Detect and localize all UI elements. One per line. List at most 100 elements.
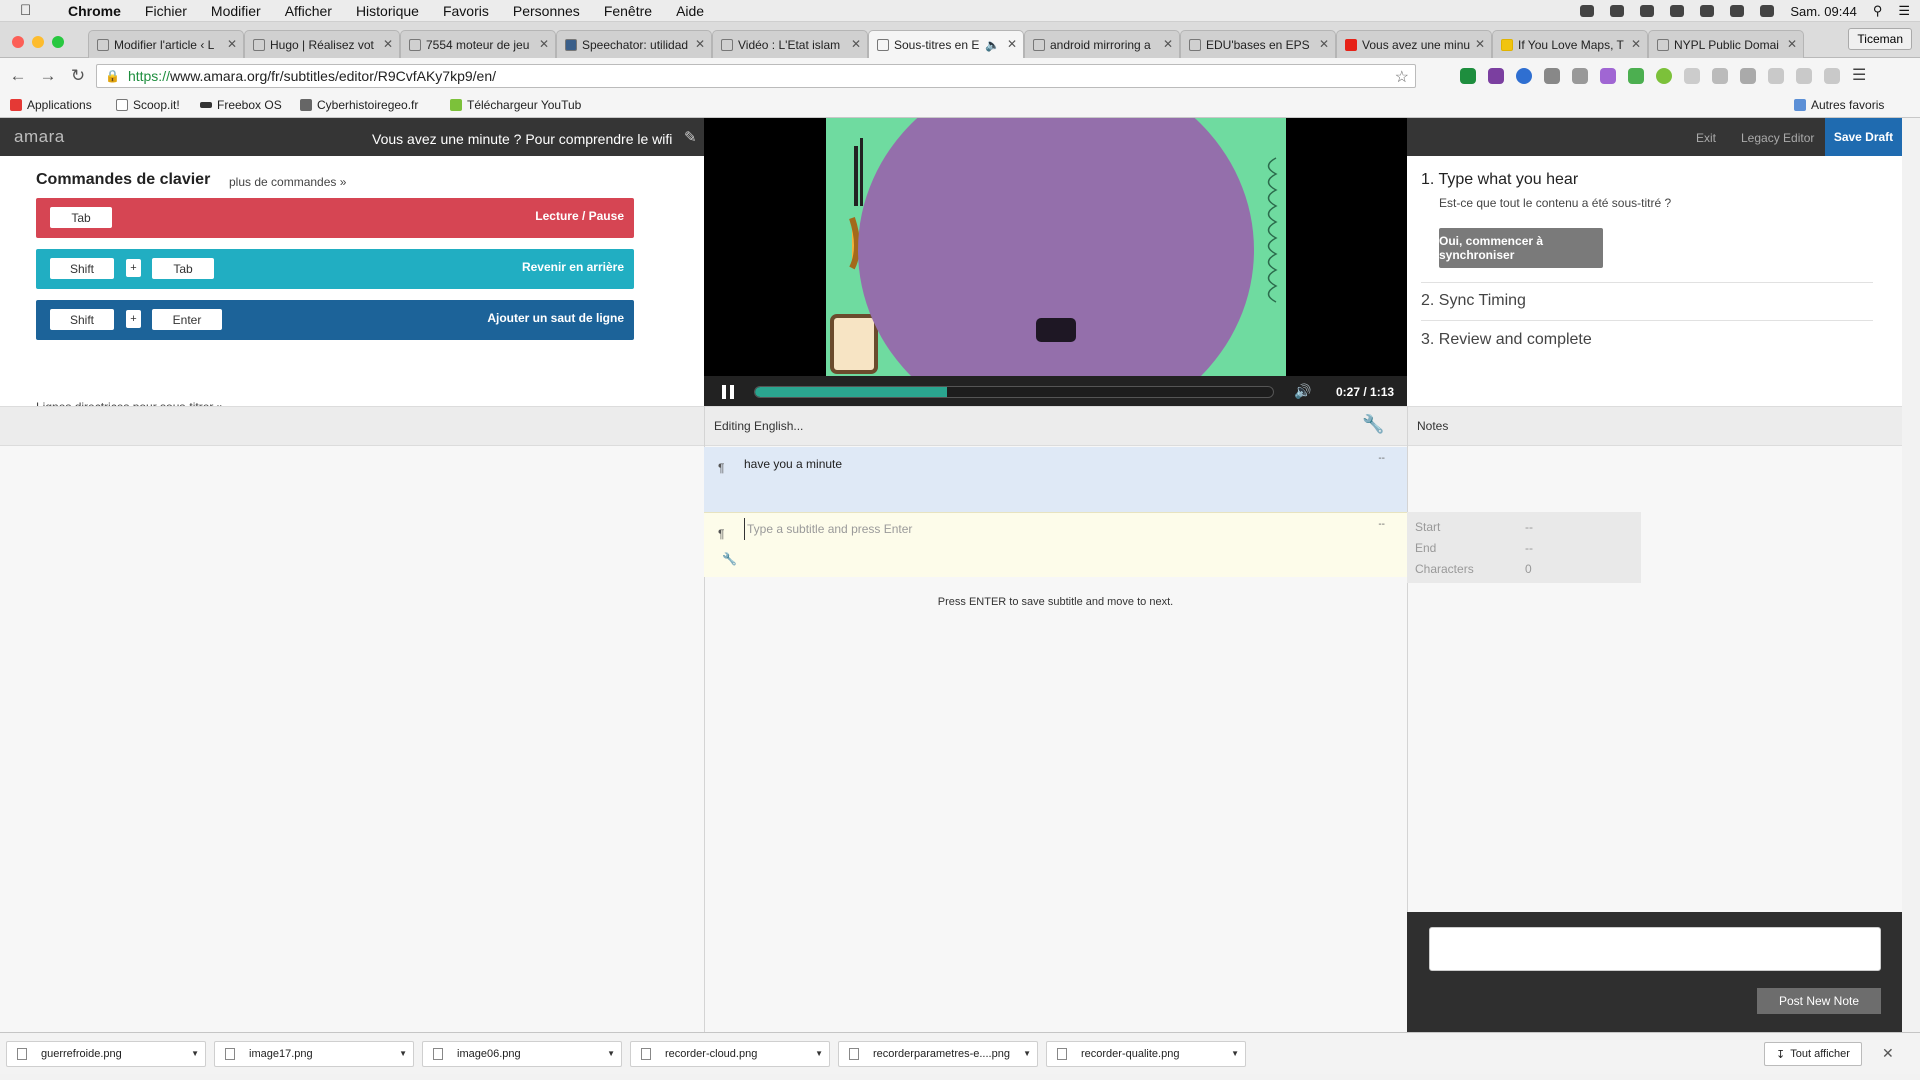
reload-icon[interactable]: ↻ [66, 66, 90, 86]
zoom-window-icon[interactable] [52, 36, 64, 48]
wrench-icon[interactable]: 🔧 [1362, 414, 1384, 435]
tab-hugo[interactable]: Hugo | Réalisez vot ✕ [244, 30, 400, 58]
download-item[interactable]: guerrefroide.png ▼ [6, 1041, 206, 1067]
paragraph-icon[interactable]: ¶ [718, 527, 724, 541]
start-sync-button[interactable]: Oui, commencer à synchroniser [1439, 228, 1603, 268]
onenote-icon[interactable] [1488, 68, 1504, 84]
k-extension-icon[interactable] [1516, 68, 1532, 84]
box-icon[interactable] [1768, 68, 1784, 84]
download-item[interactable]: image06.png ▼ [422, 1041, 622, 1067]
menu-clock[interactable]: Sam. 09:44 [1790, 4, 1857, 19]
download-item[interactable]: image17.png ▼ [214, 1041, 414, 1067]
chrome-menu-icon[interactable]: ☰ [1852, 68, 1868, 84]
bookmark-telechargeur[interactable]: Téléchargeur YouTub [450, 98, 581, 112]
dropdown-arrow-icon[interactable]: ▼ [815, 1049, 823, 1058]
tab-close-icon[interactable]: ✕ [227, 37, 237, 51]
pencil-icon[interactable]: ✎ [684, 128, 697, 146]
step-review-complete[interactable]: 3. Review and complete [1421, 331, 1592, 349]
bookmark-autres-favoris[interactable]: Autres favoris [1794, 98, 1884, 112]
download-item[interactable]: recorder-cloud.png ▼ [630, 1041, 830, 1067]
tab-close-icon[interactable]: ✕ [851, 37, 861, 51]
green-dot-icon[interactable] [1656, 68, 1672, 84]
bookmark-scoopit[interactable]: Scoop.it! [116, 98, 180, 112]
pause-icon[interactable] [722, 385, 736, 399]
back-icon[interactable]: ← [6, 66, 30, 86]
new-subtitle-input[interactable] [744, 518, 1304, 540]
cloud-icon[interactable] [1580, 5, 1595, 17]
tab-close-icon[interactable]: ✕ [539, 37, 549, 51]
notification-list-icon[interactable]: ☰ [1898, 3, 1910, 19]
subtitle-row[interactable]: ¶ have you a minute -- [704, 447, 1407, 512]
address-url[interactable]: https://www.amara.org/fr/subtitles/edito… [128, 68, 496, 84]
menu-personnes[interactable]: Personnes [513, 3, 580, 19]
tab-sous-titres-active[interactable]: Sous-titres en E 🔈 ✕ [868, 30, 1024, 58]
tab-close-icon[interactable]: ✕ [1007, 37, 1017, 51]
feather-icon[interactable] [1600, 68, 1616, 84]
profile-button[interactable]: Ticeman [1848, 28, 1912, 50]
volume-icon[interactable]: 🔊 [1294, 383, 1311, 400]
printer-icon[interactable] [1628, 68, 1644, 84]
close-window-icon[interactable] [12, 36, 24, 48]
minimize-window-icon[interactable] [32, 36, 44, 48]
menu-app-name[interactable]: Chrome [68, 3, 121, 19]
post-note-button[interactable]: Post New Note [1757, 988, 1881, 1014]
address-bar[interactable]: 🔒 https://www.amara.org/fr/subtitles/edi… [96, 64, 1416, 88]
time-machine-icon[interactable] [1700, 5, 1715, 17]
tab-nypl[interactable]: NYPL Public Domai ✕ [1648, 30, 1804, 58]
tab-android-mirroring[interactable]: android mirroring a ✕ [1024, 30, 1180, 58]
new-subtitle-row[interactable]: ¶ -- 🔧 [704, 512, 1407, 577]
menu-favoris[interactable]: Favoris [443, 3, 489, 19]
bookmark-cyberhistoiregeo[interactable]: Cyberhistoiregeo.fr [300, 98, 418, 112]
step-sync-timing[interactable]: 2. Sync Timing [1421, 292, 1526, 310]
download-item[interactable]: recorderparametres-e....png ▼ [838, 1041, 1038, 1067]
tab-edubases[interactable]: EDU'bases en EPS ✕ [1180, 30, 1336, 58]
bookmark-star-icon[interactable]: ☆ [1395, 67, 1409, 87]
tab-close-icon[interactable]: ✕ [1631, 37, 1641, 51]
camera-icon[interactable] [1572, 68, 1588, 84]
tab-close-icon[interactable]: ✕ [1475, 37, 1485, 51]
dropdown-arrow-icon[interactable]: ▼ [607, 1049, 615, 1058]
dropdown-arrow-icon[interactable]: ▼ [1023, 1049, 1031, 1058]
save-draft-button[interactable]: Save Draft [1825, 118, 1902, 156]
key-icon[interactable] [1684, 68, 1700, 84]
volume-icon[interactable] [1760, 5, 1775, 17]
n-extension-icon[interactable] [1740, 68, 1756, 84]
airplay-icon[interactable] [1670, 5, 1685, 17]
subtitle-text[interactable]: have you a minute [744, 457, 842, 471]
diamond-icon[interactable] [1712, 68, 1728, 84]
wifi-icon[interactable] [1730, 5, 1745, 17]
tab-close-icon[interactable]: ✕ [1787, 37, 1797, 51]
tab-moteur-jeu[interactable]: 7554 moteur de jeu ✕ [400, 30, 556, 58]
tab-video-etat-islamique[interactable]: Vidéo : L'Etat islam ✕ [712, 30, 868, 58]
sync-icon[interactable] [1640, 5, 1655, 17]
subtitle-wrench-icon[interactable]: 🔧 [722, 552, 737, 566]
bookmark-freebox[interactable]: Freebox OS [200, 98, 282, 112]
rss-icon[interactable] [1824, 68, 1840, 84]
extension-shield-icon[interactable] [1460, 68, 1476, 84]
forward-icon[interactable]: → [36, 66, 60, 86]
note-textarea[interactable] [1429, 927, 1881, 971]
legacy-editor-link[interactable]: Legacy Editor [1741, 131, 1814, 145]
lock-icon[interactable]: 🔒 [105, 69, 120, 83]
video-player[interactable] [704, 118, 1407, 376]
close-shelf-icon[interactable]: ✕ [1882, 1045, 1894, 1062]
dropdown-arrow-icon[interactable]: ▼ [399, 1049, 407, 1058]
video-progress-bar[interactable] [754, 386, 1274, 398]
amara-logo[interactable]: amara [14, 127, 65, 147]
download-item[interactable]: recorder-qualite.png ▼ [1046, 1041, 1246, 1067]
paragraph-icon[interactable]: ¶ [718, 461, 724, 475]
tab-close-icon[interactable]: ✕ [1163, 37, 1173, 51]
tab-close-icon[interactable]: ✕ [383, 37, 393, 51]
tab-close-icon[interactable]: ✕ [695, 37, 705, 51]
puzzle-icon[interactable] [1544, 68, 1560, 84]
tab-love-maps[interactable]: If You Love Maps, T ✕ [1492, 30, 1648, 58]
menu-fichier[interactable]: Fichier [145, 3, 187, 19]
spotlight-icon[interactable]: ⚲ [1873, 3, 1883, 19]
tab-modifier-article[interactable]: Modifier l'article ‹ L ✕ [88, 30, 244, 58]
menu-historique[interactable]: Historique [356, 3, 419, 19]
bookmark-applications[interactable]: Applications [10, 98, 92, 112]
show-all-downloads-button[interactable]: ↧ Tout afficher [1764, 1042, 1862, 1066]
chat-icon[interactable] [1796, 68, 1812, 84]
more-commands-link[interactable]: plus de commandes » [229, 175, 346, 189]
tab-close-icon[interactable]: ✕ [1319, 37, 1329, 51]
